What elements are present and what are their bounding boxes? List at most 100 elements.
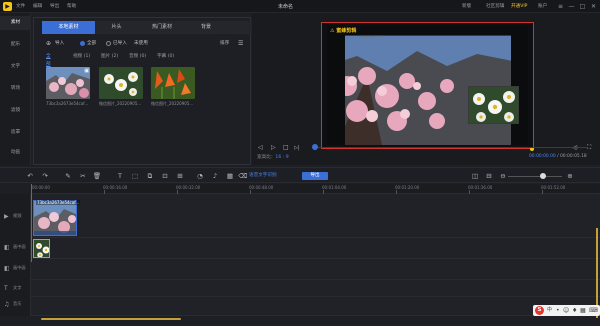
zoom-icon[interactable]: ⊡ bbox=[160, 171, 170, 181]
aspect-ratio[interactable]: 宽高比：16 : 9 bbox=[257, 154, 289, 160]
minimize-icon[interactable]: — bbox=[567, 2, 576, 11]
menu-file[interactable]: 文件 bbox=[16, 3, 25, 9]
ruler-label: 00:00:48.00 bbox=[249, 185, 274, 190]
tab-background[interactable]: 背景 bbox=[186, 21, 226, 34]
track-label: 画中画 bbox=[13, 244, 26, 249]
list-view-icon[interactable]: ☰ bbox=[238, 39, 243, 48]
sidebar-item-mask[interactable]: 遮罩 bbox=[0, 126, 31, 140]
track-head-music[interactable]: ♫ 音乐 bbox=[0, 301, 31, 311]
video-clip[interactable] bbox=[33, 200, 77, 236]
speed-icon[interactable]: ⊞ bbox=[175, 171, 185, 181]
ime-keyboard-icon[interactable]: ⌨ bbox=[589, 306, 598, 315]
feedback-link[interactable]: 新版 bbox=[462, 3, 471, 9]
delete-icon[interactable]: 🗑 bbox=[92, 171, 102, 181]
community-link[interactable]: 社区剪辑 bbox=[486, 3, 504, 9]
music-lane[interactable] bbox=[31, 297, 600, 316]
filter-audio[interactable]: 音频 (0) bbox=[129, 53, 146, 61]
tab-popular[interactable]: 热门素材 bbox=[138, 21, 186, 34]
timeline-ruler[interactable]: 00:00:00 00:00:16.00 00:00:32.00 00:00:4… bbox=[31, 184, 600, 194]
erase-icon[interactable]: ⌫ bbox=[238, 171, 248, 181]
preview-canvas[interactable]: ⚠ 蜜蜂剪辑 www.beecut.cn bbox=[321, 22, 534, 151]
media-item-video[interactable]: ▣ bbox=[46, 67, 90, 99]
fullscreen-icon[interactable]: ⛶ bbox=[587, 143, 591, 153]
fit-icon[interactable]: ⊟ bbox=[484, 171, 494, 181]
tab-intro[interactable]: 片头 bbox=[95, 21, 138, 34]
redo-icon[interactable]: ↷ bbox=[40, 171, 50, 181]
import-icon[interactable]: ⊕ bbox=[46, 39, 51, 48]
tab-local-media[interactable]: 本地素材 bbox=[42, 21, 95, 34]
zoom-out-icon[interactable]: ⊖ bbox=[498, 171, 508, 181]
aspect-ratio-value[interactable]: 16 : 9 bbox=[275, 155, 288, 160]
pip-clip[interactable] bbox=[33, 239, 50, 258]
settings-menu-icon[interactable]: ≡ bbox=[556, 2, 565, 11]
ime-lang[interactable]: 中 bbox=[547, 306, 552, 315]
preview-progress-knob[interactable] bbox=[312, 144, 318, 150]
maximize-icon[interactable]: □ bbox=[578, 2, 587, 11]
filter-subtitle[interactable]: 字幕 (0) bbox=[157, 53, 174, 61]
track-head-pip[interactable]: ◧ 画中画 bbox=[0, 244, 31, 254]
pip-lane[interactable] bbox=[31, 238, 600, 259]
crop-icon[interactable]: ⬚ bbox=[130, 171, 140, 181]
video-track-icon: ▶ bbox=[4, 213, 9, 220]
close-icon[interactable]: ✕ bbox=[589, 2, 598, 11]
account-button[interactable]: 账户 bbox=[538, 3, 547, 9]
media-item-image[interactable] bbox=[99, 67, 143, 99]
shield-icon[interactable]: ◫ bbox=[470, 171, 480, 181]
menu-help[interactable]: 帮助 bbox=[67, 3, 76, 9]
sidebar-item-text[interactable]: 文字 bbox=[0, 60, 31, 74]
pip-track-icon: ◧ bbox=[4, 265, 10, 272]
ime-grid-icon[interactable]: ▦ bbox=[580, 306, 586, 315]
music-icon[interactable]: ♪ bbox=[210, 171, 220, 181]
import-bar: ⊕ 导入 全部 已导入 未使用 排序 ☰ bbox=[42, 39, 248, 48]
timer-icon[interactable]: ◔ bbox=[195, 171, 205, 181]
radio-unused-label[interactable]: 未使用 bbox=[134, 39, 148, 48]
timecode: 00:00:00.00 / 00:00:05.18 bbox=[529, 154, 587, 159]
pen-icon[interactable]: ✎ bbox=[63, 171, 73, 181]
export-button[interactable]: 导出 bbox=[302, 172, 328, 180]
undo-icon[interactable]: ↶ bbox=[25, 171, 35, 181]
track-head-video[interactable]: ▶ 视频 bbox=[0, 213, 31, 223]
adjust-icon[interactable]: ⧉ bbox=[145, 171, 155, 181]
cut-icon[interactable]: ✂ bbox=[78, 171, 88, 181]
track-head-pip[interactable]: ◧ 画中画 bbox=[0, 265, 31, 275]
sidebar-item-filter[interactable]: 滤镜 bbox=[0, 104, 31, 118]
preview-progress-track[interactable] bbox=[317, 147, 587, 148]
sidebar-item-music[interactable]: 配乐 bbox=[0, 38, 31, 52]
zoom-in-icon[interactable]: ⊕ bbox=[565, 171, 575, 181]
next-frame-icon[interactable]: ▷| bbox=[294, 143, 300, 153]
ime-voice-icon[interactable]: ♦ bbox=[572, 306, 577, 315]
import-button[interactable]: 导入 bbox=[55, 39, 64, 48]
pip-lane[interactable] bbox=[31, 259, 600, 280]
sidebar-item-transition[interactable]: 转场 bbox=[0, 82, 31, 96]
volume-icon[interactable]: ◁) bbox=[572, 143, 578, 153]
video-lane[interactable] bbox=[31, 194, 600, 238]
ime-logo-icon[interactable]: S bbox=[535, 306, 544, 315]
stop-icon[interactable]: □ bbox=[283, 143, 289, 153]
speech-to-text-button[interactable]: 语音文字识别 bbox=[249, 172, 277, 180]
sidebar-item-animation[interactable]: 动画 bbox=[0, 146, 31, 160]
horizontal-scrollbar[interactable] bbox=[41, 318, 181, 320]
prev-frame-icon[interactable]: ◁ bbox=[258, 143, 263, 153]
track-head-text[interactable]: T 文字 bbox=[0, 285, 31, 295]
play-icon[interactable]: ▷ bbox=[271, 143, 276, 153]
ime-emoji-icon[interactable]: ☺ bbox=[563, 306, 569, 315]
daisy-thumbnail-icon bbox=[99, 67, 143, 99]
menu-export[interactable]: 导出 bbox=[50, 3, 59, 9]
sort-button[interactable]: 排序 bbox=[220, 39, 229, 48]
radio-imported[interactable] bbox=[106, 41, 111, 46]
vip-button[interactable]: 开通VIP bbox=[511, 3, 527, 9]
radio-all[interactable] bbox=[80, 41, 85, 46]
media-item-image[interactable] bbox=[151, 67, 195, 99]
text-lane[interactable] bbox=[31, 280, 600, 297]
zoom-slider-knob[interactable] bbox=[540, 173, 546, 179]
zoom-slider-track[interactable] bbox=[508, 176, 562, 177]
pip-overlay[interactable] bbox=[468, 86, 519, 124]
filter-image[interactable]: 图片 (2) bbox=[101, 53, 118, 61]
mosaic-icon[interactable]: ▦ bbox=[225, 171, 235, 181]
ime-dot-icon[interactable]: • bbox=[556, 306, 560, 315]
sidebar-item-media[interactable]: 素材 bbox=[0, 16, 31, 30]
filter-video[interactable]: 视频 (1) bbox=[73, 53, 90, 61]
playhead[interactable] bbox=[31, 184, 32, 262]
menu-edit[interactable]: 编辑 bbox=[33, 3, 42, 9]
text-icon[interactable]: T bbox=[115, 171, 125, 181]
